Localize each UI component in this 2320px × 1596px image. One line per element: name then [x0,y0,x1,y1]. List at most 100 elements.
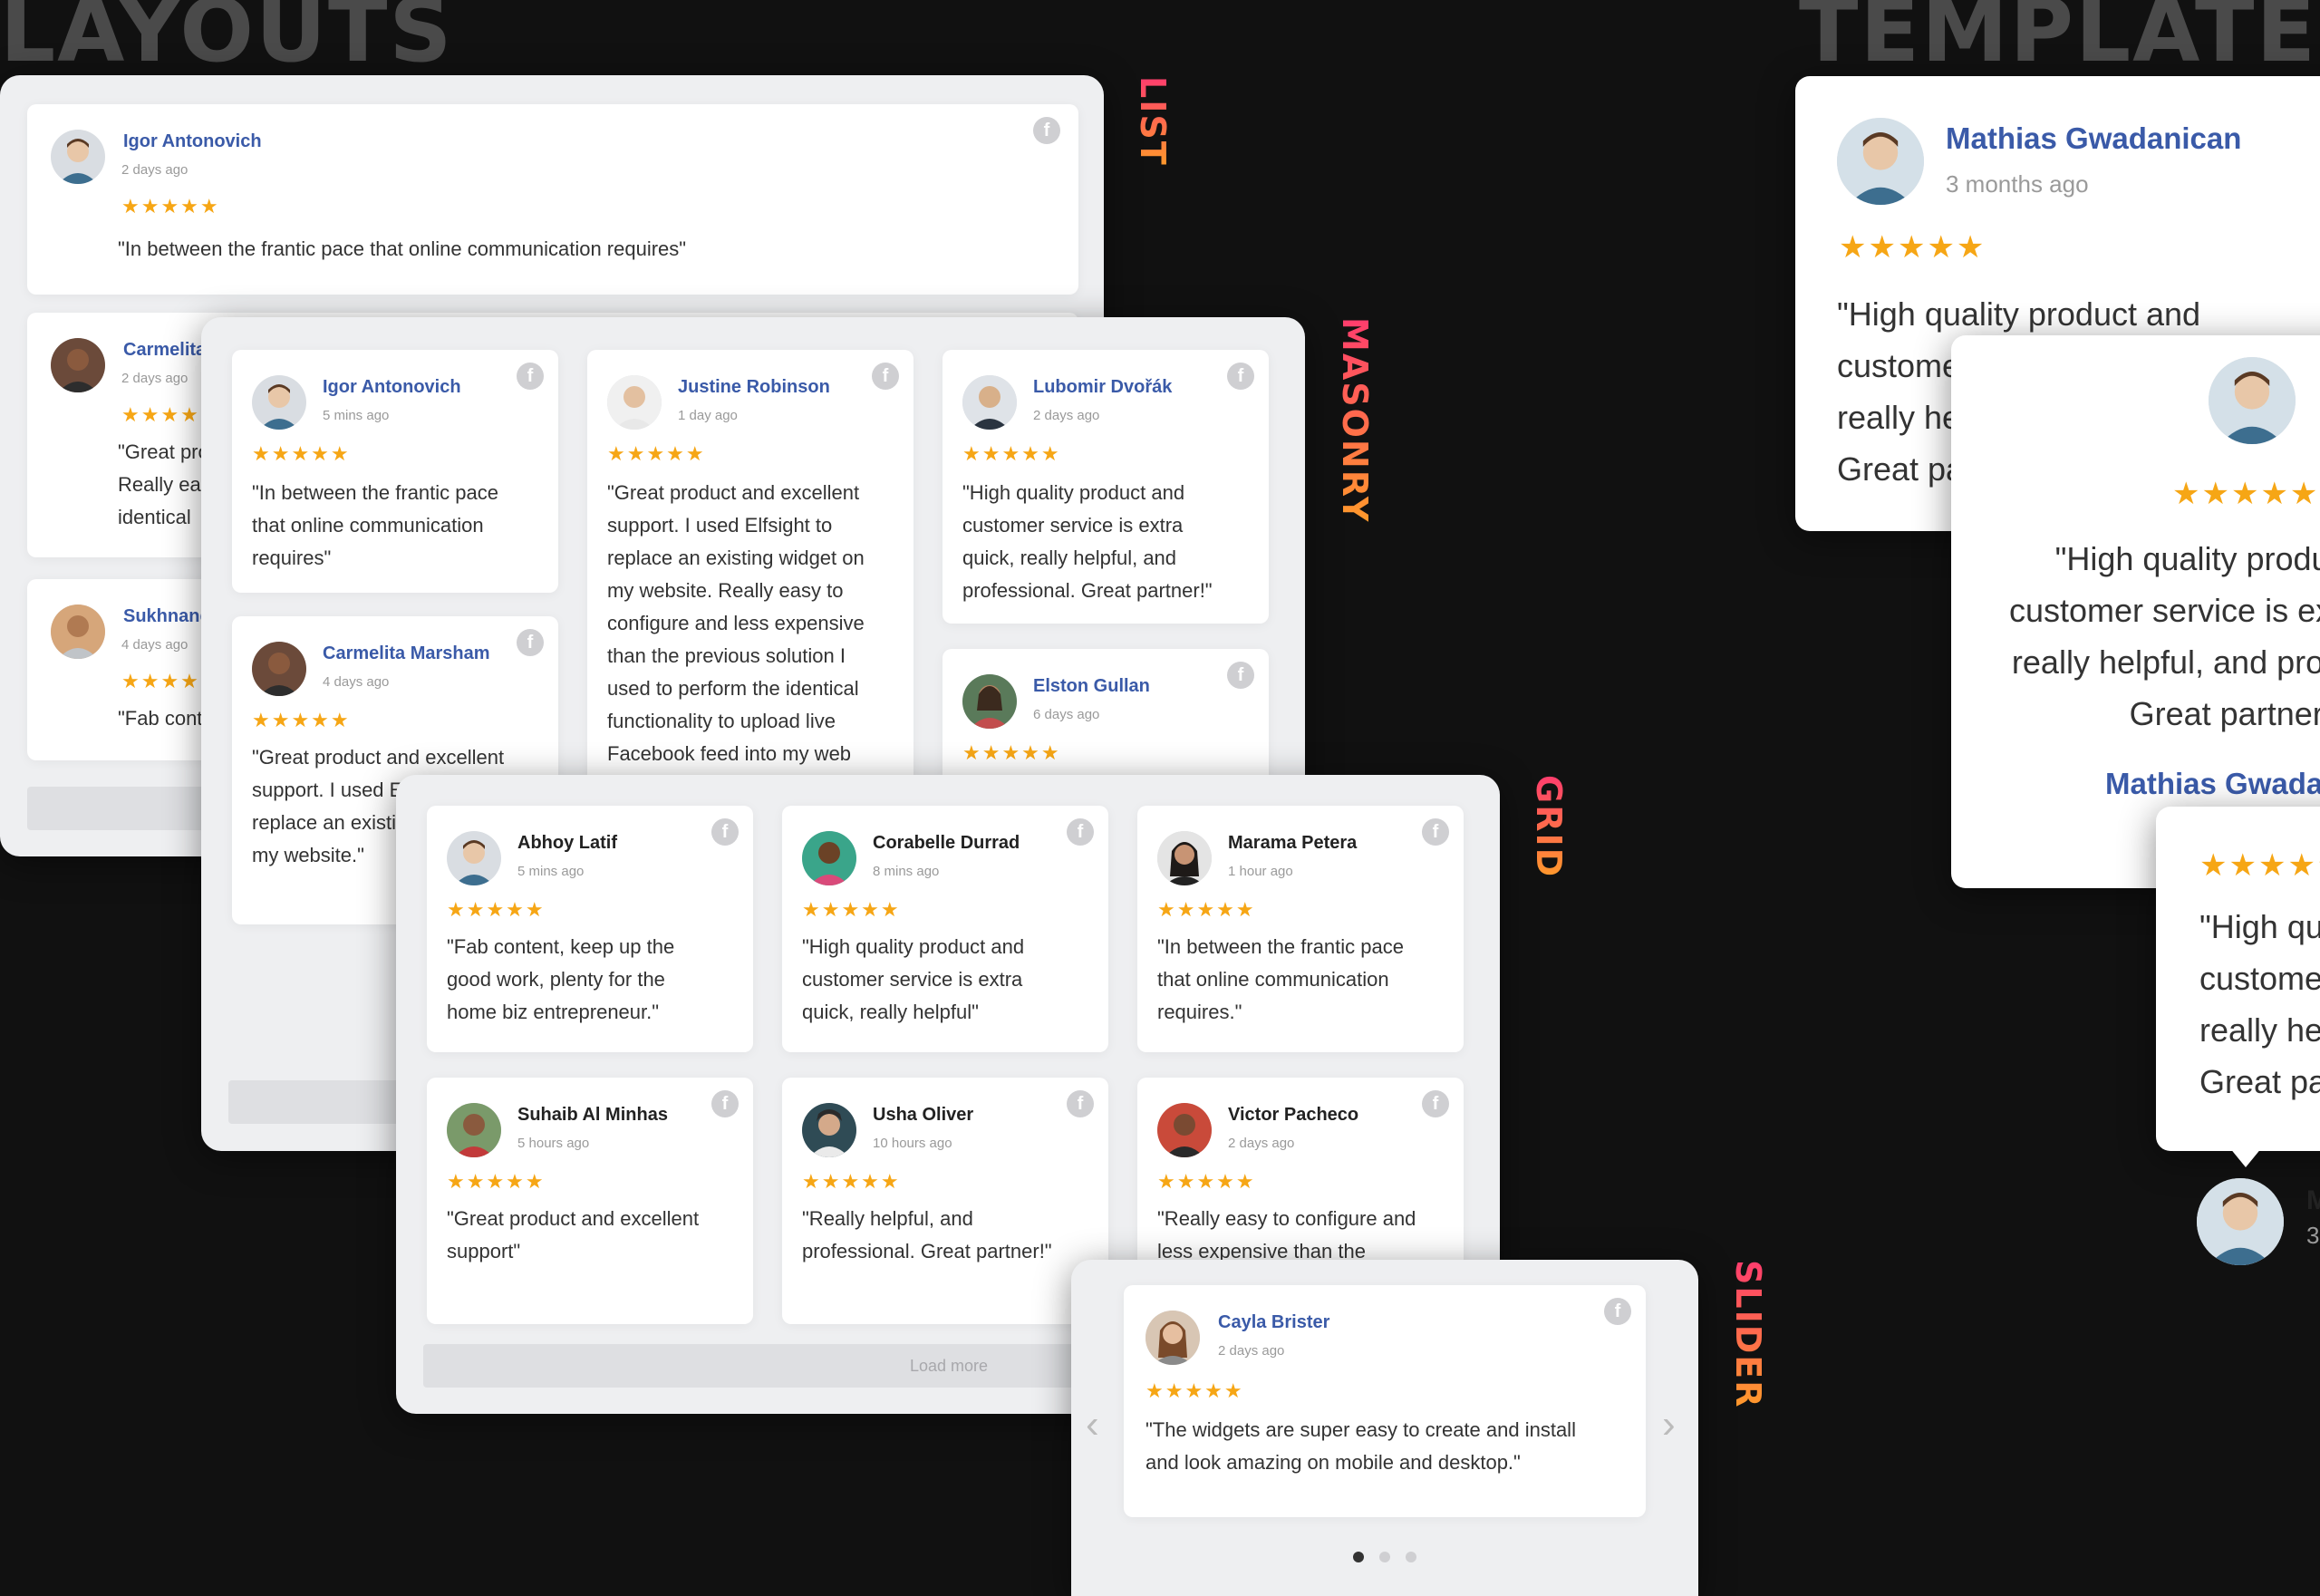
rating-stars: ★★★★★ [121,195,220,218]
review-text: "In between the frantic pace that online… [118,237,687,260]
avatar [51,338,105,392]
avatar [1157,1103,1212,1157]
masonry-review-card: Lubomir Dvořák 2 days ago ★★★★★ "High qu… [942,350,1269,624]
facebook-icon[interactable]: f [1604,1298,1631,1325]
grid-review-card: Suhaib Al Minhas 5 hours ago ★★★★★ "Grea… [427,1078,753,1324]
review-text: "Great product and excellent support" [447,1207,700,1262]
reviewer-name[interactable]: Elston Gullan [1033,676,1150,697]
rating-stars: ★★★★★ [252,442,351,465]
reviewer-name[interactable]: Cayla Brister [1218,1312,1329,1333]
template-card-3: ★★★★★ "High quality product and customer… [2156,807,2320,1151]
facebook-icon[interactable]: f [1033,117,1060,144]
masonry-review-card: Igor Antonovich 5 mins ago ★★★★★ "In bet… [232,350,558,593]
reviewer-name[interactable]: Abhoy Latif [517,833,617,854]
chevron-right-icon[interactable]: › [1662,1405,1676,1445]
avatar [447,831,501,885]
review-text: "High quality product and customer servi… [802,935,1025,1023]
avatar [2209,357,2296,444]
facebook-icon[interactable]: f [711,818,739,846]
facebook-icon[interactable]: f [1067,1090,1094,1117]
facebook-icon[interactable]: f [711,1090,739,1117]
facebook-icon[interactable]: f [517,629,544,656]
rating-stars: ★★★★★ [447,1170,546,1193]
review-time: 6 days ago [1033,707,1100,722]
review-time: 10 hours ago [873,1136,952,1151]
rating-stars: ★★★★★ [1146,1379,1244,1402]
review-text: "High quality product and customer servi… [2199,908,2320,1100]
rating-stars: ★★★★★ [802,898,901,921]
review-text: "High quality product and customer servi… [962,481,1213,602]
rating-stars: ★★★★★ [1839,230,1986,265]
reviewer-name[interactable]: Igor Antonovich [323,377,461,398]
avatar [252,642,306,696]
chevron-left-icon[interactable]: ‹ [1086,1405,1099,1445]
review-text: "High quality product and customer servi… [2009,540,2320,732]
facebook-icon[interactable]: f [1227,363,1254,390]
grid-review-card: Usha Oliver 10 hours ago ★★★★★ "Really h… [782,1078,1108,1324]
reviewer-name[interactable]: Victor Pacheco [1228,1105,1358,1126]
review-text: "Great product and excellent support. I … [607,481,865,765]
facebook-icon[interactable]: f [872,363,899,390]
rating-stars: ★★★★★ [252,709,351,731]
facebook-icon[interactable]: f [1422,1090,1449,1117]
grid-review-card: Corabelle Durrad 8 mins ago ★★★★★ "High … [782,806,1108,1052]
rating-stars: ★★★★★ [447,898,546,921]
review-time: 2 days ago [1228,1136,1295,1151]
review-text: "Really helpful, and professional. Great… [802,1207,1052,1262]
review-time: 1 hour ago [1228,864,1293,879]
review-time: 5 mins ago [517,864,585,879]
rating-stars: ★★★★★ [802,1170,901,1193]
facebook-icon[interactable]: f [1227,662,1254,689]
review-time: 2 days ago [1218,1343,1285,1359]
slider-dot-1[interactable] [1353,1552,1364,1562]
reviewer-name[interactable]: Mathias Gwadanican [2105,767,2320,801]
grid-label: GRID [1529,775,1569,879]
avatar [51,130,105,184]
slider-dot-2[interactable] [1379,1552,1390,1562]
avatar [51,605,105,659]
review-time: 4 days ago [323,674,390,690]
reviewer-name[interactable]: Justine Robinson [678,377,830,398]
review-time: 4 days ago [121,637,188,653]
review-text: "In between the frantic pace that online… [252,481,498,569]
facebook-icon[interactable]: f [1067,818,1094,846]
review-time: 2 days ago [1033,408,1100,423]
review-text: "The widgets are super easy to create an… [1146,1418,1576,1474]
speech-bubble-tail [2229,1147,2262,1167]
grid-review-card: Marama Petera 1 hour ago ★★★★★ "In betwe… [1137,806,1464,1052]
rating-stars: ★★★★★ [962,442,1061,465]
reviewer-name[interactable]: Lubomir Dvořák [1033,377,1172,398]
slider-review-card: Cayla Brister 2 days ago ★★★★★ "The widg… [1124,1285,1646,1517]
avatar [962,674,1017,729]
review-time: 3 months ago [2306,1222,2320,1249]
review-text: "Really easy to configure and less expen… [1157,1207,1416,1262]
facebook-icon[interactable]: f [517,363,544,390]
avatar [1157,831,1212,885]
review-time: 8 mins ago [873,864,940,879]
review-time: 5 mins ago [323,408,390,423]
reviewer-name[interactable]: Usha Oliver [873,1105,973,1126]
reviewer-name[interactable]: Mathias Gwadanican [2306,1185,2320,1216]
layouts-heading: LAYOUTS [0,0,454,82]
reviewer-name[interactable]: Igor Antonovich [123,131,262,152]
reviewer-name[interactable]: Corabelle Durrad [873,833,1020,854]
facebook-icon[interactable]: f [1422,818,1449,846]
avatar [447,1103,501,1157]
avatar [1837,118,1924,205]
avatar [2197,1178,2284,1265]
slider-dot-3[interactable] [1406,1552,1416,1562]
reviewer-name[interactable]: Marama Petera [1228,833,1357,854]
grid-review-card: Abhoy Latif 5 mins ago ★★★★★ "Fab conten… [427,806,753,1052]
reviewer-name[interactable]: Mathias Gwadanican [1946,121,2241,156]
rating-stars: ★★★★★ [607,442,706,465]
rating-stars: ★★★★★ [2172,477,2320,511]
list-label: LIST [1133,76,1173,167]
review-time: 3 months ago [1946,170,2089,198]
slider-label: SLIDER [1728,1260,1768,1409]
rating-stars: ★★★★★ [1157,898,1256,921]
avatar [607,375,662,430]
avatar [962,375,1017,430]
reviewer-name[interactable]: Carmelita Marsham [323,643,490,664]
avatar [1146,1311,1200,1365]
reviewer-name[interactable]: Suhaib Al Minhas [517,1105,668,1126]
